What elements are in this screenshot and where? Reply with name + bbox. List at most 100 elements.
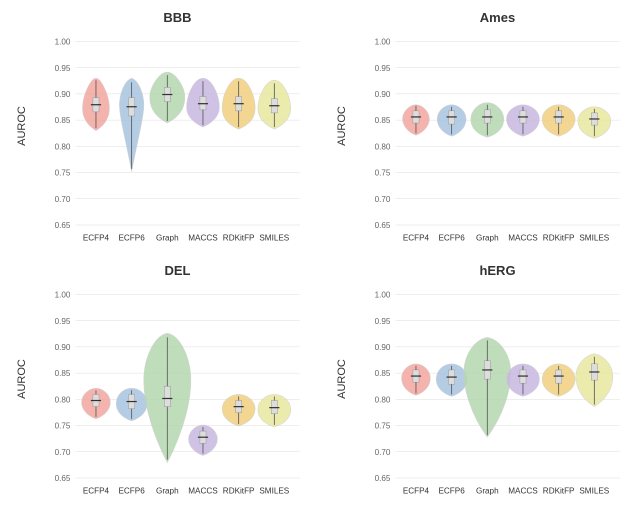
svg-text:0.75: 0.75 [55, 169, 71, 178]
title-herg: hERG [365, 263, 630, 278]
violin-graph-del [144, 333, 191, 462]
svg-del: 1.00 0.95 0.90 0.85 0.80 0.75 0.70 0.65 [45, 280, 310, 493]
violin-ecfp4-herg [402, 363, 431, 395]
svg-text:ECFP6: ECFP6 [119, 486, 146, 495]
svg-text:0.65: 0.65 [375, 221, 391, 230]
svg-text:RDKitFP: RDKitFP [223, 233, 255, 242]
svg-text:SMILES: SMILES [259, 486, 289, 495]
svg-text:1.00: 1.00 [375, 38, 391, 47]
violin-maccs-bbb [187, 78, 220, 127]
chart-grid: BBB AUROC 1.00 0.95 0.90 0.85 0.80 [0, 0, 640, 505]
violin-graph-ames [471, 103, 504, 138]
svg-text:ECFP4: ECFP4 [403, 486, 430, 495]
svg-text:Graph: Graph [156, 486, 179, 495]
svg-text:0.70: 0.70 [375, 195, 391, 204]
violin-maccs-del [189, 424, 218, 455]
svg-text:ECFP6: ECFP6 [439, 486, 466, 495]
svg-text:1.00: 1.00 [55, 38, 71, 47]
violin-smiles-del [258, 394, 291, 427]
y-label-del: AUROC [16, 359, 28, 399]
violin-graph-herg [464, 337, 511, 437]
violin-maccs-ames [507, 105, 540, 137]
grid-bbb: 1.00 0.95 0.90 0.85 0.80 0.75 0.70 0.65 [55, 38, 300, 230]
svg-text:RDKitFP: RDKitFP [543, 486, 575, 495]
svg-ames: 1.00 0.95 0.90 0.85 0.80 0.75 0.70 0.65 [365, 27, 630, 240]
violin-smiles-ames [578, 107, 611, 139]
svg-text:ECFP4: ECFP4 [83, 486, 110, 495]
panel-ames: Ames AUROC 1.00 0.95 0.90 0.85 0.80 0.75 [320, 0, 640, 253]
svg-text:0.70: 0.70 [375, 447, 391, 456]
violin-rdkitfp-bbb [222, 78, 255, 129]
svg-text:0.70: 0.70 [55, 447, 71, 456]
svg-text:0.95: 0.95 [375, 64, 391, 73]
violin-maccs-herg [507, 363, 540, 396]
svg-text:MACCS: MACCS [508, 233, 538, 242]
title-del: DEL [45, 263, 310, 278]
svg-text:ECFP4: ECFP4 [83, 233, 110, 242]
svg-text:0.75: 0.75 [375, 169, 391, 178]
svg-text:0.85: 0.85 [55, 369, 71, 378]
svg-text:0.80: 0.80 [55, 395, 71, 404]
chart-herg: 1.00 0.95 0.90 0.85 0.80 0.75 0.70 0.65 [365, 280, 630, 493]
svg-text:0.75: 0.75 [375, 421, 391, 430]
title-ames: Ames [365, 10, 630, 25]
chart-ames: 1.00 0.95 0.90 0.85 0.80 0.75 0.70 0.65 [365, 27, 630, 240]
violin-ecfp6-bbb [119, 78, 143, 172]
violin-ecfp4-bbb [82, 78, 109, 130]
svg-bbb: 1.00 0.95 0.90 0.85 0.80 0.75 0.70 0.65 [45, 27, 310, 240]
svg-text:0.95: 0.95 [375, 316, 391, 325]
violin-ecfp6-del [116, 388, 147, 421]
svg-text:0.65: 0.65 [55, 474, 71, 483]
svg-text:RDKitFP: RDKitFP [543, 233, 575, 242]
svg-text:SMILES: SMILES [579, 233, 609, 242]
svg-text:MACCS: MACCS [188, 486, 218, 495]
violin-graph-bbb [150, 72, 185, 123]
violin-smiles-herg [576, 353, 613, 406]
svg-text:0.65: 0.65 [55, 221, 71, 230]
panel-del: DEL AUROC 1.00 0.95 0.90 0.85 0.80 0.75 [0, 253, 320, 505]
svg-text:Graph: Graph [156, 233, 179, 242]
svg-text:0.90: 0.90 [55, 342, 71, 351]
svg-text:0.85: 0.85 [375, 116, 391, 125]
svg-text:0.85: 0.85 [375, 369, 391, 378]
svg-text:0.80: 0.80 [375, 142, 391, 151]
svg-text:ECFP6: ECFP6 [439, 233, 466, 242]
grid-ames: 1.00 0.95 0.90 0.85 0.80 0.75 0.70 0.65 [375, 38, 620, 230]
violin-rdkitfp-ames [542, 105, 575, 137]
svg-text:1.00: 1.00 [55, 290, 71, 299]
svg-herg: 1.00 0.95 0.90 0.85 0.80 0.75 0.70 0.65 [365, 280, 630, 493]
violin-ecfp4-del [82, 388, 111, 419]
y-label-bbb: AUROC [16, 106, 28, 146]
svg-text:SMILES: SMILES [259, 233, 289, 242]
y-label-ames: AUROC [336, 106, 348, 146]
violin-rdkitfp-herg [542, 363, 575, 396]
svg-text:MACCS: MACCS [188, 233, 218, 242]
svg-text:0.95: 0.95 [55, 316, 71, 325]
panel-herg: hERG AUROC 1.00 0.95 0.90 0.85 0.80 0.75 [320, 253, 640, 505]
svg-text:Graph: Graph [476, 233, 499, 242]
violin-ecfp6-herg [436, 363, 467, 396]
svg-text:RDKitFP: RDKitFP [223, 486, 255, 495]
panel-bbb: BBB AUROC 1.00 0.95 0.90 0.85 0.80 [0, 0, 320, 253]
svg-text:SMILES: SMILES [579, 486, 609, 495]
svg-text:0.75: 0.75 [55, 421, 71, 430]
svg-text:0.90: 0.90 [375, 342, 391, 351]
svg-text:ECFP6: ECFP6 [119, 233, 146, 242]
svg-text:0.90: 0.90 [375, 90, 391, 99]
svg-text:0.95: 0.95 [55, 64, 71, 73]
svg-text:0.65: 0.65 [375, 474, 391, 483]
chart-bbb: 1.00 0.95 0.90 0.85 0.80 0.75 0.70 0.65 [45, 27, 310, 240]
svg-text:0.80: 0.80 [55, 142, 71, 151]
svg-text:MACCS: MACCS [508, 486, 538, 495]
svg-text:ECFP4: ECFP4 [403, 233, 430, 242]
violin-ecfp6-ames [437, 105, 466, 137]
svg-text:0.80: 0.80 [375, 395, 391, 404]
svg-text:Graph: Graph [476, 486, 499, 495]
y-label-herg: AUROC [336, 359, 348, 399]
svg-text:0.85: 0.85 [55, 116, 71, 125]
chart-del: 1.00 0.95 0.90 0.85 0.80 0.75 0.70 0.65 [45, 280, 310, 493]
svg-text:0.70: 0.70 [55, 195, 71, 204]
svg-text:1.00: 1.00 [375, 290, 391, 299]
title-bbb: BBB [45, 10, 310, 25]
violin-smiles-bbb [258, 80, 291, 129]
